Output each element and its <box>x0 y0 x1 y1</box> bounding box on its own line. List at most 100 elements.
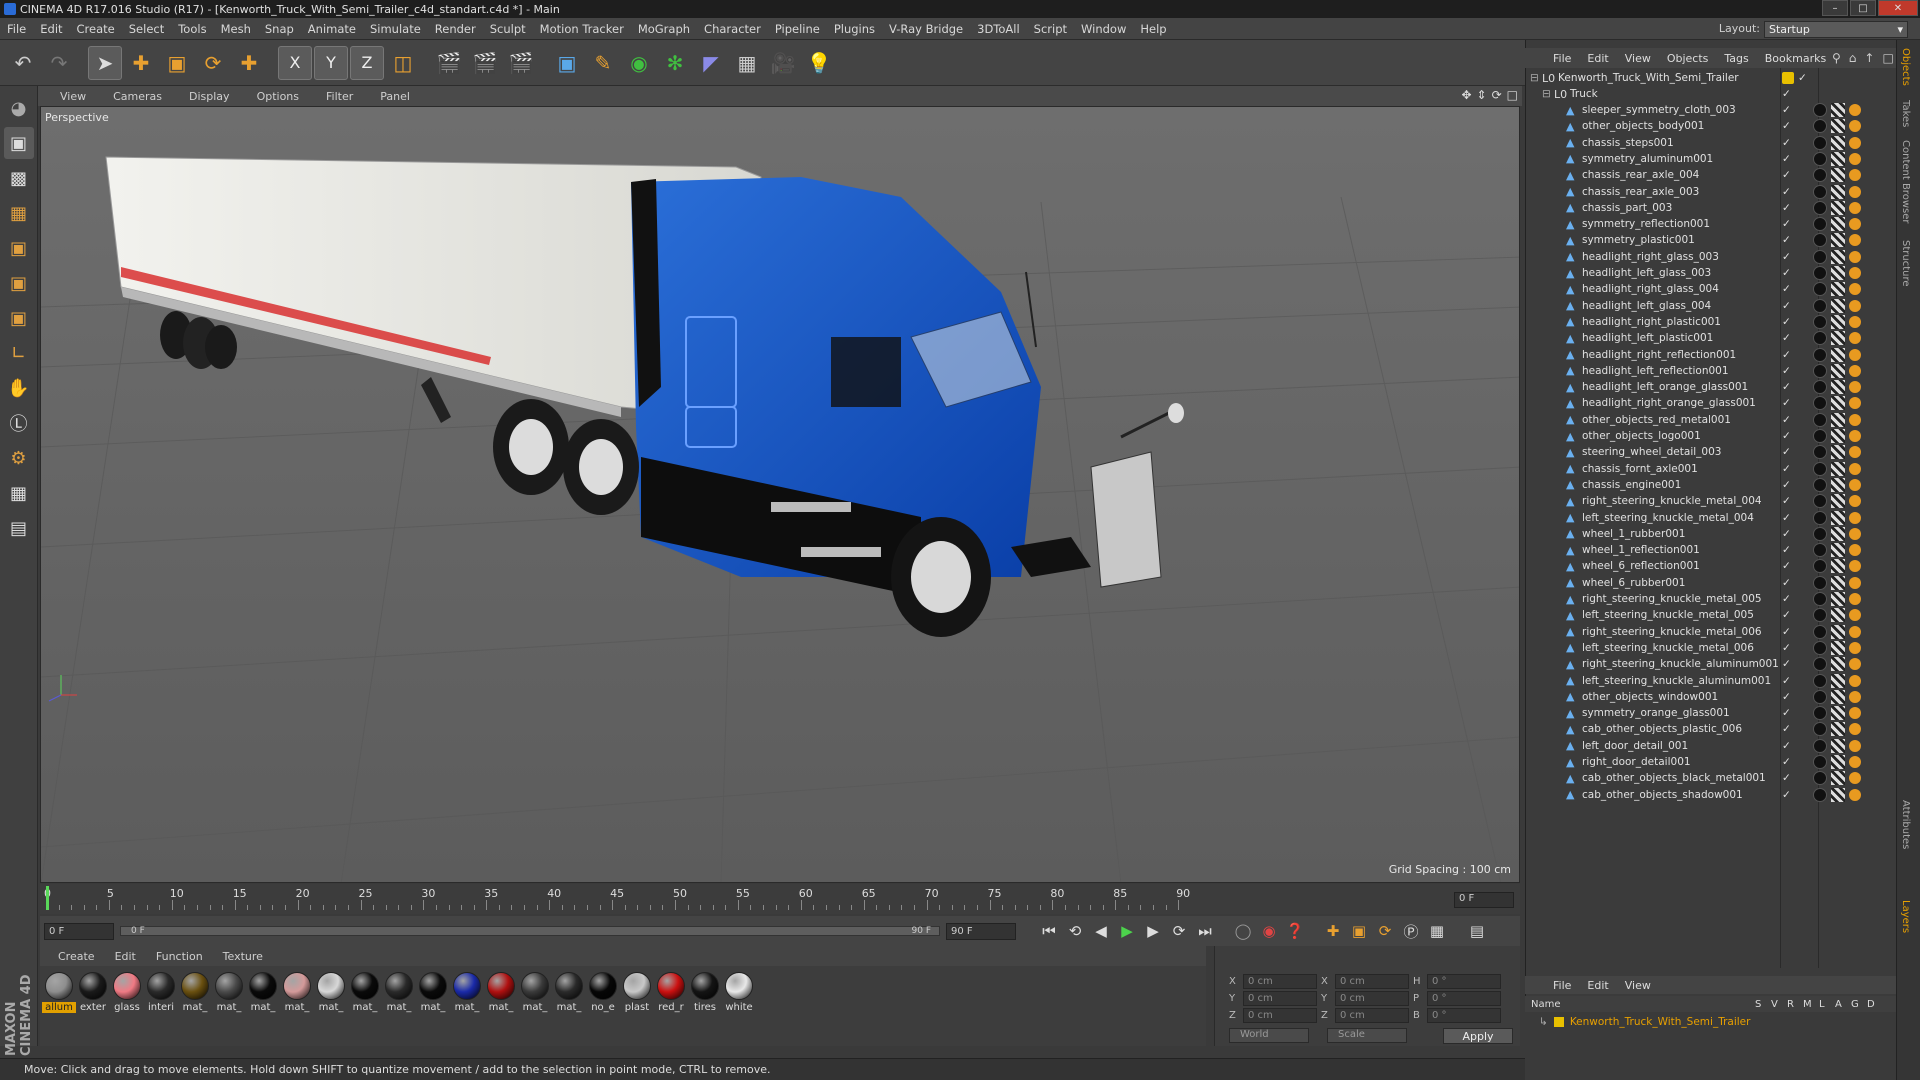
material-tag-icon[interactable] <box>1812 722 1827 737</box>
current-frame-field[interactable]: 0 F <box>1454 892 1514 908</box>
phong-tag-icon[interactable] <box>1848 560 1861 573</box>
phong-tag-icon[interactable] <box>1848 739 1861 752</box>
texture-tag-icon[interactable] <box>1830 396 1845 411</box>
menu-sculpt[interactable]: Sculpt <box>483 22 533 36</box>
phong-tag-icon[interactable] <box>1848 495 1861 508</box>
edit-checkmark-icon[interactable]: ✓ <box>1782 740 1791 752</box>
expand-icon[interactable]: ⊟ <box>1530 72 1542 84</box>
texture-tag-icon[interactable] <box>1830 477 1845 492</box>
snap-icon[interactable]: Ⓛ <box>4 407 34 439</box>
material-tag-icon[interactable] <box>1812 347 1827 362</box>
texture-tag-icon[interactable] <box>1830 722 1845 737</box>
model-mode-icon[interactable]: ▣ <box>3 127 34 159</box>
menu-snap[interactable]: Snap <box>258 22 301 36</box>
edit-checkmark-icon[interactable]: ✓ <box>1782 789 1791 801</box>
edit-checkmark-icon[interactable]: ✓ <box>1782 691 1791 703</box>
menu-edit[interactable]: Edit <box>33 22 69 36</box>
play-icon[interactable]: ▶ <box>1114 918 1140 944</box>
material-swatch[interactable]: mat_ <box>518 972 552 1046</box>
viewport-menu-panel[interactable]: Panel <box>366 90 423 103</box>
texture-tag-icon[interactable] <box>1830 526 1845 541</box>
edit-checkmark-icon[interactable]: ✓ <box>1782 120 1791 132</box>
menu-help[interactable]: Help <box>1133 22 1173 36</box>
edit-checkmark-icon[interactable]: ✓ <box>1782 772 1791 784</box>
phong-tag-icon[interactable] <box>1848 478 1861 491</box>
menu-motion-tracker[interactable]: Motion Tracker <box>533 22 631 36</box>
expand-icon[interactable]: ⊟ <box>1542 88 1554 100</box>
spline-pen-icon[interactable]: ✎ <box>586 46 620 80</box>
material-swatch[interactable]: red_r <box>654 972 688 1046</box>
key-pla-icon[interactable]: ▦ <box>1424 918 1450 944</box>
viewport-menu-cameras[interactable]: Cameras <box>99 90 175 103</box>
layer-menu-edit[interactable]: Edit <box>1579 979 1616 992</box>
apply-button[interactable]: Apply <box>1443 1028 1513 1044</box>
phong-tag-icon[interactable] <box>1848 120 1861 133</box>
phong-tag-icon[interactable] <box>1848 234 1861 247</box>
edit-checkmark-icon[interactable]: ✓ <box>1782 495 1791 507</box>
edit-checkmark-icon[interactable]: ✓ <box>1782 479 1791 491</box>
x-axis-icon[interactable]: X <box>278 45 312 80</box>
edit-checkmark-icon[interactable]: ✓ <box>1782 218 1791 230</box>
phong-tag-icon[interactable] <box>1848 723 1861 736</box>
nurbs-icon[interactable]: ◉ <box>622 46 656 80</box>
menu-plugins[interactable]: Plugins <box>827 22 882 36</box>
home-icon[interactable]: ⌂ <box>1849 51 1857 65</box>
material-tag-icon[interactable] <box>1812 494 1827 509</box>
texture-tag-icon[interactable] <box>1830 543 1845 558</box>
texture-tag-icon[interactable] <box>1830 624 1845 639</box>
phong-tag-icon[interactable] <box>1848 364 1861 377</box>
phong-tag-icon[interactable] <box>1848 674 1861 687</box>
menu-window[interactable]: Window <box>1074 22 1133 36</box>
material-tag-icon[interactable] <box>1812 624 1827 639</box>
rotation-field[interactable]: 0 ° <box>1427 1008 1501 1023</box>
object-menu-edit[interactable]: Edit <box>1579 52 1616 65</box>
material-tag-icon[interactable] <box>1812 217 1827 232</box>
phong-tag-icon[interactable] <box>1848 690 1861 703</box>
material-tag-icon[interactable] <box>1812 135 1827 150</box>
phong-tag-icon[interactable] <box>1848 397 1861 410</box>
start-frame-field[interactable]: 0 F <box>44 922 114 940</box>
material-tag-icon[interactable] <box>1812 526 1827 541</box>
edit-checkmark-icon[interactable]: ✓ <box>1782 463 1791 475</box>
object-menu-bookmarks[interactable]: Bookmarks <box>1757 52 1834 65</box>
transform-icon[interactable]: ✚ <box>232 46 266 80</box>
material-tag-icon[interactable] <box>1812 477 1827 492</box>
material-tag-icon[interactable] <box>1812 151 1827 166</box>
coordinate-mode-dropdown[interactable]: World <box>1229 1028 1309 1043</box>
menu-file[interactable]: File <box>0 22 33 36</box>
edit-checkmark-icon[interactable]: ✓ <box>1798 72 1807 84</box>
material-menu-function[interactable]: Function <box>146 950 213 963</box>
new-panel-icon[interactable]: □ <box>1882 51 1893 65</box>
key-rotation-icon[interactable]: ⟳ <box>1372 918 1398 944</box>
phong-tag-icon[interactable] <box>1848 267 1861 279</box>
edit-checkmark-icon[interactable]: ✓ <box>1782 593 1791 605</box>
phong-tag-icon[interactable] <box>1848 609 1861 622</box>
previous-key-icon[interactable]: ⟲ <box>1062 918 1088 944</box>
menu-create[interactable]: Create <box>70 22 122 36</box>
material-tag-icon[interactable] <box>1812 543 1827 558</box>
texture-tag-icon[interactable] <box>1830 787 1845 802</box>
scale-icon[interactable]: ▣ <box>160 46 194 80</box>
edit-checkmark-icon[interactable]: ✓ <box>1782 104 1791 116</box>
edit-checkmark-icon[interactable]: ✓ <box>1782 283 1791 295</box>
material-tag-icon[interactable] <box>1812 103 1827 117</box>
texture-tag-icon[interactable] <box>1830 755 1845 769</box>
material-swatch[interactable]: mat_ <box>450 972 484 1046</box>
material-tag-icon[interactable] <box>1812 233 1827 248</box>
material-swatch[interactable]: no_e <box>586 972 620 1046</box>
texture-tag-icon[interactable] <box>1830 510 1845 525</box>
material-swatch[interactable]: glass <box>110 972 144 1046</box>
render-view-icon[interactable]: 🎬 <box>432 46 466 80</box>
axis-icon[interactable]: ∟ <box>4 337 34 369</box>
phong-tag-icon[interactable] <box>1848 315 1861 328</box>
texture-tag-icon[interactable] <box>1830 738 1845 753</box>
viewport-menu-options[interactable]: Options <box>243 90 312 103</box>
edges-mode-icon[interactable]: ▣ <box>4 267 34 299</box>
phong-tag-icon[interactable] <box>1848 446 1861 459</box>
up-arrow-icon[interactable]: ↑ <box>1864 51 1874 65</box>
menu-render[interactable]: Render <box>428 22 483 36</box>
live-selection-icon[interactable]: ➤ <box>88 45 122 80</box>
edit-checkmark-icon[interactable]: ✓ <box>1782 202 1791 214</box>
edit-checkmark-icon[interactable]: ✓ <box>1782 528 1791 540</box>
coordinate-system-icon[interactable]: ◫ <box>386 46 420 80</box>
